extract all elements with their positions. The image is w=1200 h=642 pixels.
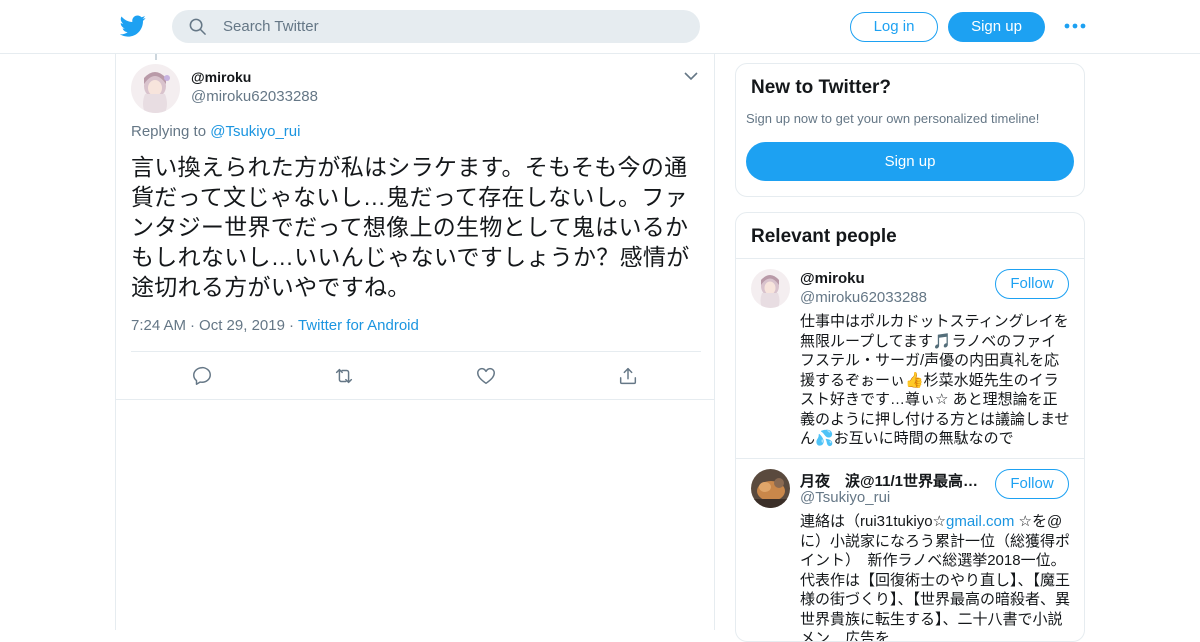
avatar[interactable] (751, 469, 790, 508)
tweet-date[interactable]: Oct 29, 2019 (199, 317, 285, 334)
bio-link[interactable]: gmail.com (946, 513, 1014, 530)
person-bio: 仕事中はポルカドットスティングレイを無限ループしてます🎵ラノベのファイフステル・… (800, 313, 1070, 447)
person-item: 月夜 涙@11/1世界最高… @Tsukiyo_rui Follow 連絡は（r… (736, 459, 1084, 642)
person-name[interactable]: @miroku (800, 270, 865, 287)
replying-to-link[interactable]: @Tsukiyo_rui (210, 123, 300, 140)
twitter-bird-icon[interactable] (120, 13, 146, 39)
tweet-column: @miroku @miroku62033288 Replying to @Tsu… (115, 54, 715, 630)
replying-to: Replying to @Tsukiyo_rui (131, 123, 300, 140)
avatar-image (131, 64, 180, 113)
separator-dot: · (288, 317, 294, 334)
new-to-twitter-title: New to Twitter? (751, 77, 892, 98)
follow-button[interactable]: Follow (995, 469, 1069, 499)
person-handle[interactable]: @miroku62033288 (800, 289, 927, 306)
avatar-image (751, 469, 790, 508)
search-icon (189, 18, 206, 35)
tweet-time[interactable]: 7:24 AM (131, 317, 186, 334)
avatar[interactable] (131, 64, 180, 113)
follow-button[interactable]: Follow (995, 269, 1069, 299)
person-name[interactable]: 月夜 涙@11/1世界最高… (800, 470, 978, 491)
tweet-meta: 7:24 AM · Oct 29, 2019 · Twitter for Android (131, 317, 419, 334)
like-icon[interactable] (475, 365, 497, 387)
chevron-down-icon[interactable] (683, 70, 699, 82)
share-icon[interactable] (617, 365, 639, 387)
tweet-source[interactable]: Twitter for Android (298, 317, 419, 334)
person-item: @miroku @miroku62033288 Follow 仕事中はポルカドッ… (736, 259, 1084, 459)
author-name[interactable]: @miroku (191, 69, 251, 85)
person-handle[interactable]: @Tsukiyo_rui (800, 489, 890, 506)
sidebar-signup-button[interactable]: Sign up (746, 142, 1074, 181)
avatar-image (751, 269, 790, 308)
retweet-icon[interactable] (333, 365, 355, 387)
relevant-people-title: Relevant people (751, 226, 897, 247)
relevant-people-card: Relevant people @miroku @miroku62033288 … (735, 212, 1085, 642)
new-to-twitter-card: New to Twitter? Sign up now to get your … (735, 63, 1085, 197)
more-dots-icon[interactable] (1064, 22, 1086, 30)
author-handle[interactable]: @miroku62033288 (191, 88, 318, 105)
thread-connector (155, 54, 157, 60)
reply-icon[interactable] (191, 365, 213, 387)
top-navigation-bar: Search Twitter Log in Sign up (0, 0, 1200, 54)
signup-button[interactable]: Sign up (948, 12, 1045, 42)
new-to-twitter-subtitle: Sign up now to get your own personalized… (746, 111, 1040, 126)
separator-dot: · (190, 317, 196, 334)
search-input[interactable]: Search Twitter (223, 18, 319, 35)
avatar[interactable] (751, 269, 790, 308)
bio-text: 連絡は（rui31tukiyo☆ (800, 513, 946, 530)
tweet-text: 言い換えられた方が私はシラケます。そもそも今の通貨だって文じゃないし…鬼だって存… (131, 154, 690, 300)
person-bio: 連絡は（rui31tukiyo☆gmail.com ☆を@に）小説家になろう累計… (800, 512, 1071, 642)
bio-text: ☆を@に）小説家になろう累計一位（総獲得ポイント） 新作ラノベ総選挙2018一位… (800, 513, 1071, 642)
tweet-actions (116, 352, 714, 400)
login-button[interactable]: Log in (850, 12, 938, 42)
replying-prefix: Replying to (131, 123, 207, 140)
search-box[interactable]: Search Twitter (172, 10, 700, 43)
